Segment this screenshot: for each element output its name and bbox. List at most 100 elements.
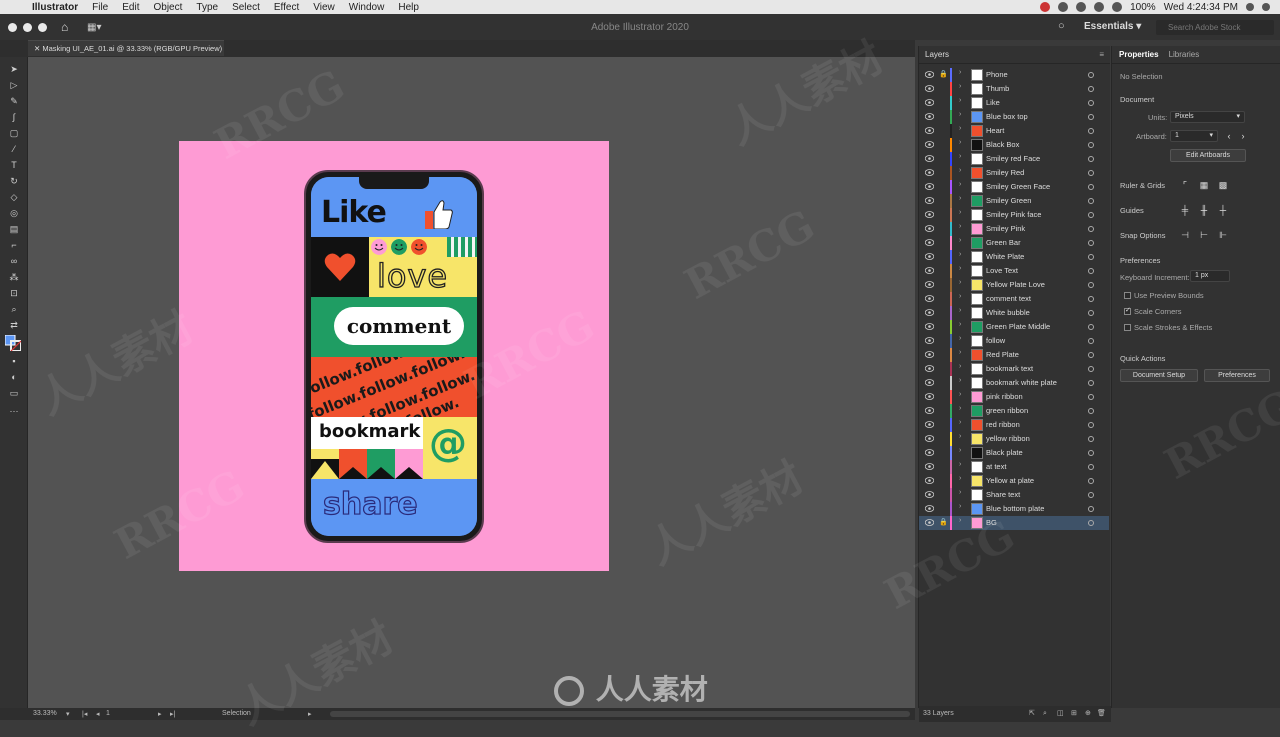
tab-libraries[interactable]: Libraries [1169, 50, 1200, 59]
target-circle-icon[interactable] [1088, 464, 1094, 470]
expand-chevron-icon[interactable]: › [959, 139, 961, 146]
expand-chevron-icon[interactable]: › [959, 405, 961, 412]
expand-chevron-icon[interactable]: › [959, 279, 961, 286]
target-circle-icon[interactable] [1088, 366, 1094, 372]
target-circle-icon[interactable] [1088, 492, 1094, 498]
layer-row[interactable]: › Yellow Plate Love [919, 278, 1109, 292]
artboard-tool-icon[interactable]: ⊡ [8, 287, 20, 299]
visibility-eye-icon[interactable] [925, 267, 934, 274]
minimize-window-button[interactable] [23, 22, 32, 32]
swap-fill-stroke-icon[interactable]: ⇄ [8, 319, 20, 331]
visibility-eye-icon[interactable] [925, 365, 934, 372]
visibility-eye-icon[interactable] [925, 183, 934, 190]
control-center-icon[interactable] [1262, 3, 1270, 11]
expand-chevron-icon[interactable]: › [959, 195, 961, 202]
visibility-eye-icon[interactable] [925, 477, 934, 484]
expand-chevron-icon[interactable]: › [959, 97, 961, 104]
layer-row[interactable]: › Smiley Green Face [919, 180, 1109, 194]
layer-row[interactable]: › green ribbon [919, 404, 1109, 418]
target-circle-icon[interactable] [1088, 436, 1094, 442]
color-mode-icon[interactable]: ▪ [8, 355, 20, 367]
expand-chevron-icon[interactable]: › [959, 503, 961, 510]
expand-chevron-icon[interactable]: › [959, 377, 961, 384]
rotate-tool-icon[interactable]: ↻ [8, 175, 20, 187]
expand-chevron-icon[interactable]: › [959, 153, 961, 160]
scale-strokes-checkbox[interactable] [1124, 324, 1131, 331]
expand-chevron-icon[interactable]: › [959, 237, 961, 244]
layer-row[interactable]: › Smiley Pink face [919, 208, 1109, 222]
target-circle-icon[interactable] [1088, 212, 1094, 218]
visibility-eye-icon[interactable] [925, 295, 934, 302]
visibility-eye-icon[interactable] [925, 449, 934, 456]
target-circle-icon[interactable] [1088, 198, 1094, 204]
visibility-eye-icon[interactable] [925, 225, 934, 232]
expand-chevron-icon[interactable]: › [959, 293, 961, 300]
target-circle-icon[interactable] [1088, 422, 1094, 428]
search-stock-input[interactable]: Search Adobe Stock [1156, 20, 1274, 35]
chevron-down-icon[interactable]: ▾ [66, 710, 70, 718]
symbol-sprayer-tool-icon[interactable]: ⁂ [8, 271, 20, 283]
expand-chevron-icon[interactable]: › [959, 125, 961, 132]
target-circle-icon[interactable] [1088, 450, 1094, 456]
menu-help[interactable]: Help [398, 2, 419, 13]
target-circle-icon[interactable] [1088, 394, 1094, 400]
expand-chevron-icon[interactable]: › [959, 265, 961, 272]
layers-panel-title[interactable]: Layers [925, 50, 949, 59]
gradient-tool-icon[interactable]: ▤ [8, 223, 20, 235]
shape-builder-tool-icon[interactable]: ◎ [8, 207, 20, 219]
layer-row[interactable]: › Thumb [919, 82, 1109, 96]
lock-guides-icon[interactable]: ╫ [1199, 205, 1209, 215]
layer-row[interactable]: › White Plate [919, 250, 1109, 264]
expand-chevron-icon[interactable]: › [959, 209, 961, 216]
layer-row[interactable]: › Smiley Pink [919, 222, 1109, 236]
smart-guides-icon[interactable]: ┼ [1218, 205, 1228, 215]
type-tool-icon[interactable]: T [8, 159, 20, 171]
target-circle-icon[interactable] [1088, 226, 1094, 232]
visibility-eye-icon[interactable] [925, 211, 934, 218]
keyboard-increment-input[interactable]: 1 px [1190, 270, 1230, 282]
expand-chevron-icon[interactable]: › [959, 69, 961, 76]
layer-row[interactable]: › Love Text [919, 264, 1109, 278]
expand-chevron-icon[interactable]: › [959, 83, 961, 90]
layer-row[interactable]: › follow [919, 334, 1109, 348]
visibility-eye-icon[interactable] [925, 127, 934, 134]
pen-tool-icon[interactable]: ✎ [8, 95, 20, 107]
target-circle-icon[interactable] [1088, 338, 1094, 344]
target-circle-icon[interactable] [1088, 520, 1094, 526]
visibility-eye-icon[interactable] [925, 379, 934, 386]
spotlight-icon[interactable] [1246, 3, 1254, 11]
paintbrush-tool-icon[interactable]: ⁄ [8, 143, 20, 155]
target-circle-icon[interactable] [1088, 100, 1094, 106]
visibility-eye-icon[interactable] [925, 155, 934, 162]
artboard-number[interactable]: 1 [106, 710, 110, 717]
visibility-eye-icon[interactable] [925, 141, 934, 148]
menu-object[interactable]: Object [153, 2, 182, 13]
direct-selection-tool-icon[interactable]: ▷ [8, 79, 20, 91]
expand-chevron-icon[interactable]: › [959, 433, 961, 440]
target-circle-icon[interactable] [1088, 282, 1094, 288]
menu-effect[interactable]: Effect [274, 2, 299, 13]
layer-row[interactable]: › Red Plate [919, 348, 1109, 362]
visibility-eye-icon[interactable] [925, 309, 934, 316]
target-circle-icon[interactable] [1088, 268, 1094, 274]
grid-icon[interactable]: ▦ [1199, 180, 1209, 190]
menu-edit[interactable]: Edit [122, 2, 139, 13]
previous-artboard-nav-icon[interactable]: ◂ [96, 710, 100, 718]
selection-tool-icon[interactable]: ➤ [8, 63, 20, 75]
target-circle-icon[interactable] [1088, 142, 1094, 148]
target-circle-icon[interactable] [1088, 352, 1094, 358]
layer-row[interactable]: 🔒 › BG [919, 516, 1109, 530]
battery-level[interactable]: 100% [1130, 2, 1156, 13]
expand-chevron-icon[interactable]: › [959, 517, 961, 524]
visibility-eye-icon[interactable] [925, 113, 934, 120]
layer-row[interactable]: › Heart [919, 124, 1109, 138]
target-circle-icon[interactable] [1088, 86, 1094, 92]
layer-row[interactable]: › Green Bar [919, 236, 1109, 250]
visibility-eye-icon[interactable] [925, 421, 934, 428]
layer-row[interactable]: › bookmark white plate [919, 376, 1109, 390]
arrange-documents-icon[interactable]: ▦▾ [87, 22, 101, 33]
target-circle-icon[interactable] [1088, 478, 1094, 484]
last-artboard-icon[interactable]: ▸| [170, 710, 175, 718]
show-guides-icon[interactable]: ╪ [1180, 205, 1190, 215]
menu-type[interactable]: Type [196, 2, 218, 13]
